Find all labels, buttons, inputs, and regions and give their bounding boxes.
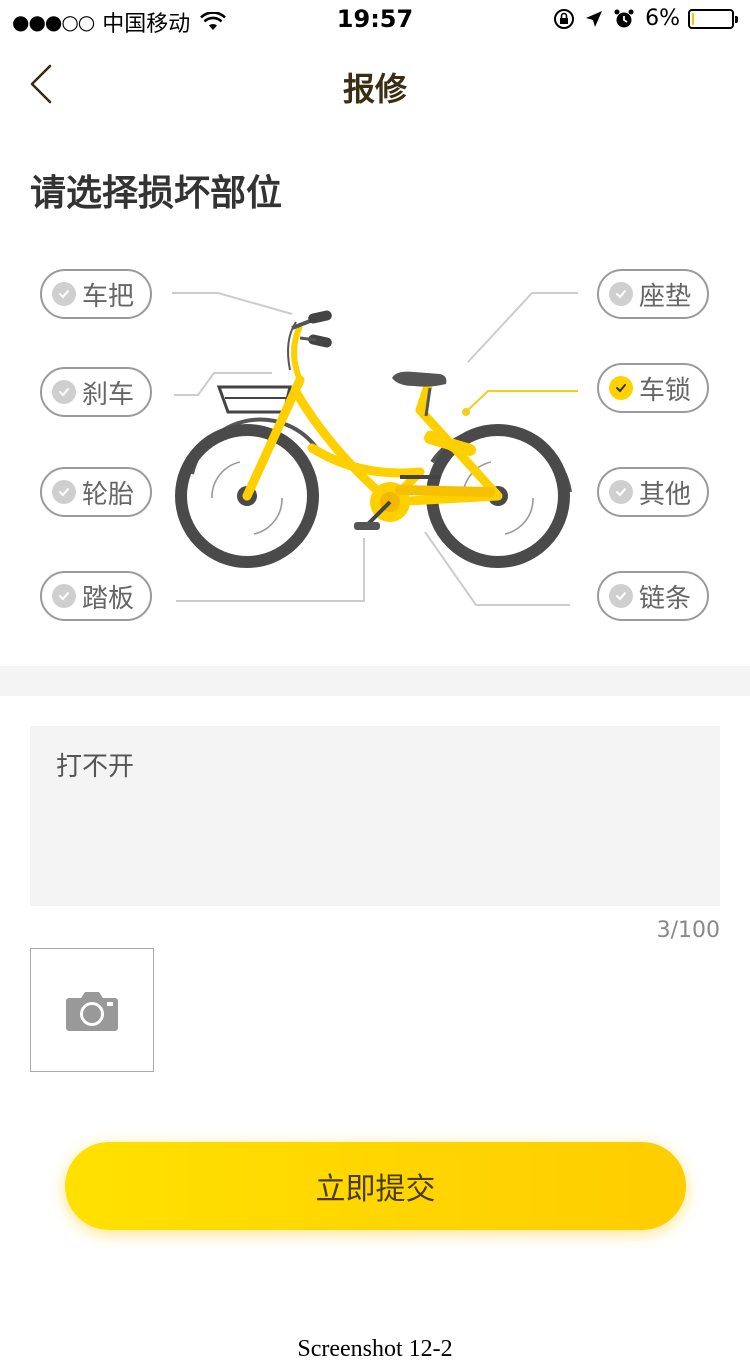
- part-button-seat[interactable]: 座垫: [597, 269, 709, 319]
- section-divider: [0, 666, 750, 696]
- submit-button[interactable]: 立即提交: [65, 1142, 686, 1230]
- camera-icon: [66, 992, 118, 1031]
- part-label: 车锁: [639, 375, 692, 406]
- check-icon: [52, 480, 76, 504]
- check-icon: [609, 584, 633, 608]
- status-bar: ●●●○○ 中国移动 19:57 6%: [0, 0, 750, 40]
- check-icon: [52, 282, 76, 306]
- part-button-other[interactable]: 其他: [597, 467, 709, 517]
- part-label: 链条: [639, 583, 692, 614]
- nav-bar: 报修: [0, 40, 750, 130]
- check-icon: [52, 380, 76, 404]
- part-label: 其他: [639, 479, 692, 510]
- check-icon: [52, 584, 76, 608]
- battery-percent: 6%: [645, 6, 680, 31]
- part-button-tire[interactable]: 轮胎: [40, 467, 152, 517]
- location-arrow-icon: [586, 10, 603, 27]
- section-title: 请选择损坏部位: [30, 173, 283, 214]
- add-photo-button[interactable]: [30, 948, 154, 1072]
- part-label: 轮胎: [82, 479, 135, 510]
- status-right: 6%: [553, 6, 738, 31]
- battery-level: [692, 12, 695, 25]
- screenshot-caption: Screenshot 12-2: [297, 1336, 453, 1362]
- part-button-lock[interactable]: 车锁: [597, 363, 709, 413]
- check-icon: [609, 480, 633, 504]
- part-button-pedal[interactable]: 踏板: [40, 571, 152, 621]
- character-counter: 3/100: [656, 918, 720, 943]
- part-label: 踏板: [82, 583, 135, 614]
- description-textarea[interactable]: 打不开: [30, 726, 720, 906]
- part-button-chain[interactable]: 链条: [597, 571, 709, 621]
- page-title: 报修: [342, 70, 407, 108]
- alarm-icon: [614, 9, 634, 27]
- battery-icon: [688, 8, 738, 29]
- check-icon: [609, 376, 633, 400]
- part-button-brake[interactable]: 刹车: [40, 367, 152, 417]
- part-label: 刹车: [82, 379, 135, 410]
- part-label: 车把: [82, 281, 135, 312]
- part-button-handlebar[interactable]: 车把: [40, 269, 152, 319]
- bike-diagram-area: 车把 刹车 轮胎 踏板 座垫 车锁 其他 链条: [0, 240, 750, 650]
- orientation-lock-icon: [554, 8, 575, 29]
- check-icon: [609, 282, 633, 306]
- part-label: 座垫: [639, 281, 692, 312]
